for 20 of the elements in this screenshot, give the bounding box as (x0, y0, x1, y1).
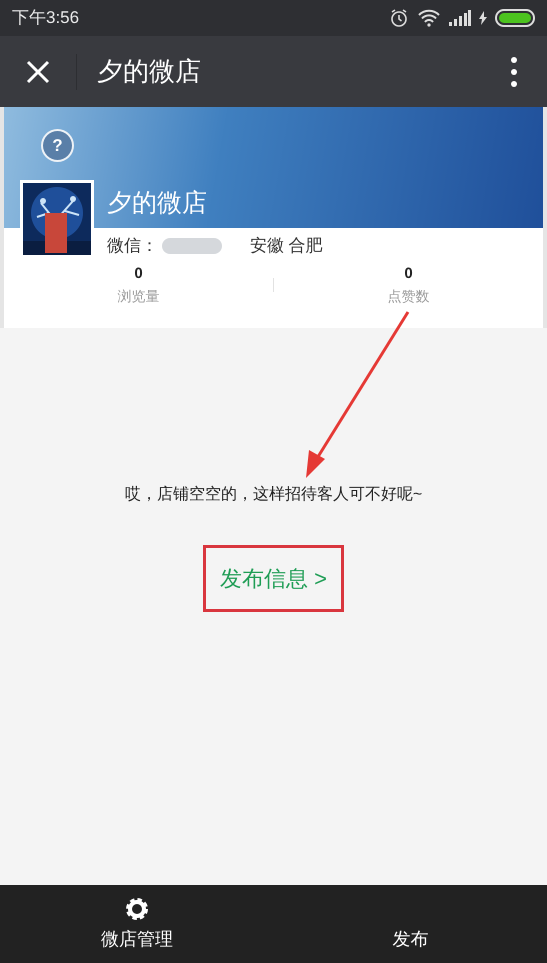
bottom-tab[interactable]: 微店管理 (0, 885, 274, 963)
bottom-tab[interactable]: 发布 (274, 885, 547, 963)
stat-value: 0 (134, 264, 143, 284)
empty-message: 哎，店铺空空的，这样招待客人可不好呢~ (124, 484, 422, 505)
wifi-icon (417, 9, 441, 27)
location-text: 安徽 合肥 (250, 235, 323, 257)
battery-icon (495, 9, 535, 27)
stat-value: 0 (404, 264, 413, 284)
status-time: 下午3:56 (12, 7, 80, 30)
charging-icon (479, 11, 487, 25)
stat-label: 浏览量 (118, 286, 160, 306)
alarm-clock-icon (389, 8, 409, 28)
settings-icon (124, 896, 150, 922)
wechat-label: 微信： (107, 235, 158, 257)
stat-label: 点赞数 (388, 286, 430, 306)
signal-icon (449, 10, 471, 26)
close-icon (26, 60, 50, 84)
redaction-mask (162, 238, 222, 254)
shop-name: 夕的微店 (107, 188, 207, 219)
page-title: 夕的微店 (97, 55, 201, 88)
